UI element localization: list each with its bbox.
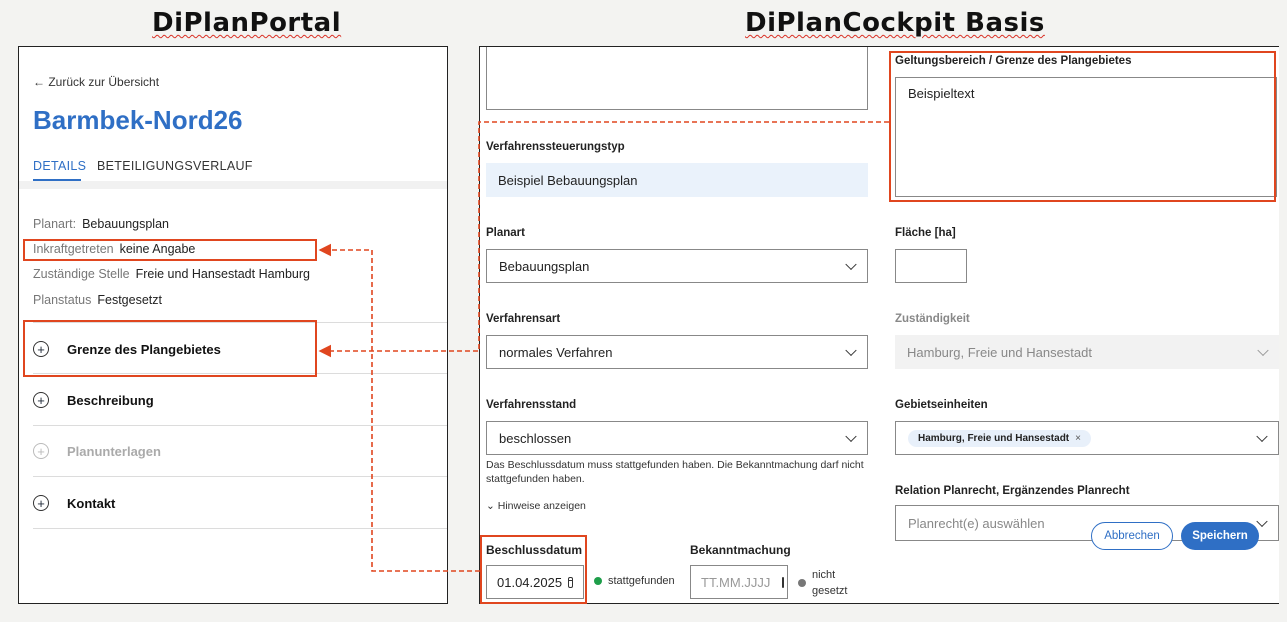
gebietseinheit-chip: Hamburg, Freie und Hansestadt × xyxy=(908,429,1091,447)
chip-remove-icon[interactable]: × xyxy=(1075,433,1081,444)
accordion-kontakt[interactable]: + Kontakt xyxy=(33,483,433,523)
bekanntmachung-status: nicht gesetzt xyxy=(798,567,847,599)
hinweise-toggle[interactable]: ⌄ Hinweise anzeigen xyxy=(486,499,586,513)
zustaendigkeit-label: Zuständigkeit xyxy=(895,313,970,325)
chevron-down-icon xyxy=(845,344,857,357)
accordion-grenze[interactable]: + Grenze des Plangebietes xyxy=(33,329,433,369)
zustaendigkeit-select: Hamburg, Freie und Hansestadt xyxy=(895,335,1279,369)
info-planart: Planart: Bebauungsplan xyxy=(33,217,169,231)
chevron-down-icon xyxy=(1256,430,1268,443)
chevron-down-icon xyxy=(845,258,857,271)
verfahrensart-select[interactable]: normales Verfahren xyxy=(486,335,868,369)
calendar-icon xyxy=(568,576,573,588)
verfahrenssteuerungstyp-field: Beispiel Bebauungsplan xyxy=(486,163,868,197)
diplanportal-panel: ← Zurück zur Übersicht Barmbek-Nord26 DE… xyxy=(18,46,448,604)
bekanntmachung-input[interactable]: TT.MM.JJJJ xyxy=(690,565,788,599)
plus-icon: + xyxy=(33,392,49,408)
status-dot-gray xyxy=(798,579,806,587)
gebietseinheiten-label: Gebietseinheiten xyxy=(895,399,988,411)
chevron-down-icon xyxy=(1257,344,1269,357)
divider xyxy=(33,322,447,323)
planart-label: Planart xyxy=(486,227,525,239)
save-button[interactable]: Speichern xyxy=(1181,522,1259,550)
tab-beteiligungsverlauf[interactable]: BETEILIGUNGSVERLAUF xyxy=(97,159,253,173)
calendar-icon xyxy=(782,576,785,588)
info-inkraftgetreten: Inkraftgetreten keine Angabe xyxy=(33,242,196,256)
chevron-down-icon xyxy=(845,430,857,443)
previous-textarea[interactable] xyxy=(486,47,868,110)
verfahrensart-label: Verfahrensart xyxy=(486,313,561,325)
cancel-button[interactable]: Abbrechen xyxy=(1091,522,1173,550)
plus-icon: + xyxy=(33,341,49,357)
divider xyxy=(33,476,447,477)
divider xyxy=(33,528,447,529)
verfahrensstand-select[interactable]: beschlossen xyxy=(486,421,868,455)
back-link[interactable]: ← Zurück zur Übersicht xyxy=(33,75,159,89)
info-zustaendige-stelle: Zuständige Stelle Freie und Hansestadt Ha… xyxy=(33,267,310,281)
arrow-left-icon: ← xyxy=(33,75,45,89)
gebietseinheiten-multiselect[interactable]: Hamburg, Freie und Hansestadt × xyxy=(895,421,1279,455)
accordion-beschreibung[interactable]: + Beschreibung xyxy=(33,380,433,420)
divider xyxy=(33,425,447,426)
heading-diplancockpit: DiPlanCockpit Basis xyxy=(745,8,1045,38)
verfahrensstand-hint: Das Beschlussdatum muss stattgefunden ha… xyxy=(486,459,864,485)
info-planstatus: Planstatus Festgesetzt xyxy=(33,293,162,307)
flaeche-label: Fläche [ha] xyxy=(895,227,956,239)
accordion-planunterlagen: + Planunterlagen xyxy=(33,431,433,471)
back-link-label: Zurück zur Übersicht xyxy=(48,75,160,89)
beschlussdatum-input[interactable]: 01.04.2025 xyxy=(486,565,584,599)
flaeche-input[interactable] xyxy=(895,249,967,283)
plus-icon: + xyxy=(33,495,49,511)
geltungsbereich-label: Geltungsbereich / Grenze des Plangebiete… xyxy=(895,55,1132,67)
tab-details[interactable]: DETAILS xyxy=(33,159,86,173)
divider xyxy=(33,373,447,374)
beschlussdatum-status: stattgefunden xyxy=(594,575,675,587)
planart-select[interactable]: Bebauungsplan xyxy=(486,249,868,283)
verfahrenssteuerungstyp-label: Verfahrenssteuerungstyp xyxy=(486,141,625,153)
plus-icon: + xyxy=(33,443,49,459)
bekanntmachung-label: Bekanntmachung xyxy=(690,543,791,557)
chevron-down-icon xyxy=(1256,515,1268,528)
heading-diplanportal: DiPlanPortal xyxy=(152,8,342,38)
geltungsbereich-textarea[interactable]: Beispieltext xyxy=(895,77,1277,197)
relation-label: Relation Planrecht, Ergänzendes Planrech… xyxy=(895,485,1130,497)
diplancockpit-panel: Verfahrenssteuerungstyp Beispiel Bebauun… xyxy=(479,46,1279,604)
beschlussdatum-label: Beschlussdatum xyxy=(486,543,583,557)
status-dot-green xyxy=(594,577,602,585)
chevron-down-small-icon: ⌄ xyxy=(486,500,495,512)
plan-title: Barmbek-Nord26 xyxy=(33,105,243,135)
verfahrensstand-label: Verfahrensstand xyxy=(486,399,577,411)
tab-divider-band xyxy=(19,181,447,189)
